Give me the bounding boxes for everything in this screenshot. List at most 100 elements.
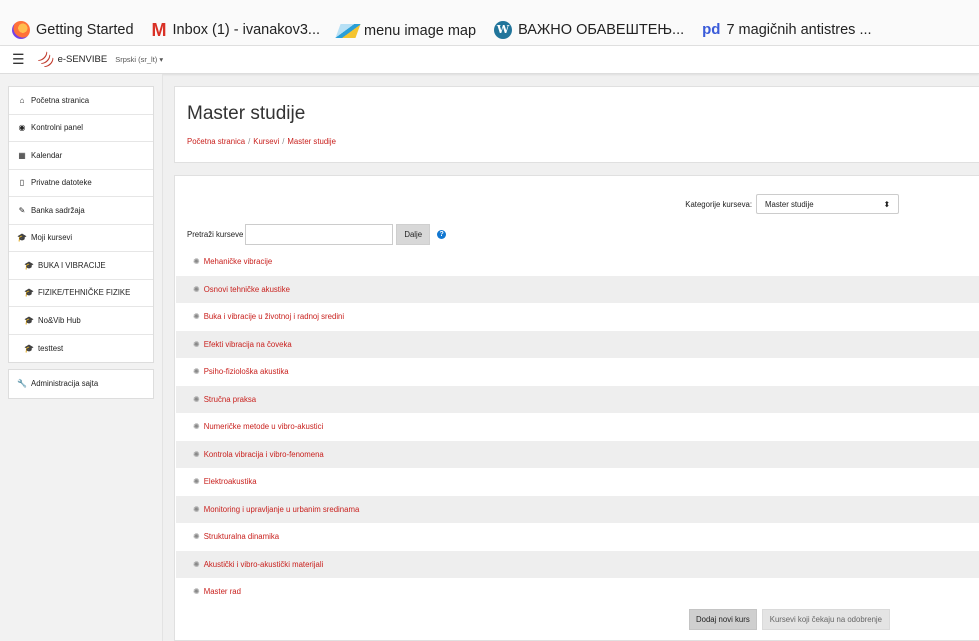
- course-actions: Dodaj novi kurs Kursevi koji čekaju na o…: [689, 609, 891, 630]
- pd-icon: pd: [702, 21, 721, 38]
- breadcrumb-separator: /: [282, 137, 285, 146]
- course-link[interactable]: ✺ Osnovi tehničke akustike: [176, 275, 979, 303]
- course-icon: ✺: [193, 504, 200, 514]
- calendar-icon: ▦: [18, 150, 26, 160]
- nav-item-site-admin[interactable]: 🔧 Administracija sajta: [9, 370, 153, 398]
- nav-item-label: Banka sadržaja: [31, 205, 85, 215]
- nav-item-label: Administracija sajta: [31, 379, 99, 389]
- course-search: Pretraži kurseve Dalje ?: [187, 224, 447, 245]
- home-icon: ⌂: [19, 95, 25, 105]
- nav-group-admin: 🔧 Administracija sajta: [8, 369, 154, 399]
- dashboard-icon: ◉: [18, 123, 26, 133]
- course-link[interactable]: ✺ Numeričke metode u vibro-akustici: [176, 413, 979, 441]
- category-select[interactable]: Master studije ⬍: [756, 194, 899, 214]
- nav-item-home[interactable]: ⌂ Početna stranica: [9, 87, 153, 115]
- graduation-cap-icon: 🎓: [24, 315, 34, 325]
- course-link[interactable]: ✺ Elektroakustika: [176, 468, 979, 496]
- nav-item-content-bank[interactable]: ✎ Banka sadržaja: [9, 197, 153, 225]
- nav-item-label: Kontrolni panel: [31, 123, 84, 133]
- course-icon: ✺: [193, 477, 200, 487]
- graduation-cap-icon: 🎓: [24, 260, 34, 270]
- course-link[interactable]: ✺ Psiho-fiziološka akustika: [176, 358, 979, 386]
- nav-item-private-files[interactable]: ▯ Privatne datoteke: [9, 170, 153, 197]
- firefox-icon: [12, 21, 30, 39]
- nav-item-course[interactable]: 🎓 FIZIKE/TEHNIČKE FIZIKE: [9, 280, 153, 307]
- course-link[interactable]: ✺ Monitoring i upravljanje u urbanim sred…: [176, 495, 979, 523]
- course-title: Buka i vibracije u životnoj i radnoj sre…: [203, 312, 345, 322]
- page-title: Master studije: [187, 103, 306, 124]
- bookmark-getting-started[interactable]: Getting Started: [12, 21, 134, 39]
- course-icon: ✺: [193, 587, 200, 597]
- course-title: Master rad: [203, 587, 241, 597]
- course-title: Elektroakustika: [203, 477, 257, 487]
- course-link[interactable]: ✺ Akustički i vibro-akustički materijali: [176, 550, 979, 578]
- wrench-icon: 🔧: [17, 379, 27, 389]
- course-icon: ✺: [193, 257, 200, 267]
- breadcrumb: Početna stranica / Kursevi / Master studije: [187, 137, 979, 146]
- course-link[interactable]: ✺ Stručna praksa: [176, 385, 979, 413]
- nav-item-label: Moji kursevi: [31, 233, 73, 243]
- bookmark-menu-image-map[interactable]: menu image map: [335, 23, 477, 39]
- breadcrumb-item-current[interactable]: Master studije: [287, 137, 336, 146]
- bookmark-inbox[interactable]: M Inbox (1) - ivanakov3...: [152, 21, 321, 39]
- map-icon: [335, 24, 361, 38]
- course-link[interactable]: ✺ Efekti vibracija na čoveka: [176, 330, 979, 358]
- course-list: ✺ Mehaničke vibracije ✺ Osnovi tehničke ak…: [176, 248, 979, 606]
- course-title: Akustički i vibro-akustički materijali: [203, 559, 324, 569]
- nav-item-label: testtest: [38, 343, 64, 353]
- search-button[interactable]: Dalje: [396, 224, 431, 245]
- course-title: Stručna praksa: [203, 394, 257, 404]
- nav-item-label: No&Vib Hub: [38, 315, 81, 325]
- pending-courses-button[interactable]: Kursevi koji čekaju na odobrenje: [761, 609, 891, 630]
- nav-item-label: Početna stranica: [31, 95, 90, 105]
- bookmark-antistres[interactable]: pd 7 magičnih antistres ...: [702, 21, 871, 39]
- course-link[interactable]: ✺ Strukturalna dinamika: [176, 523, 979, 551]
- bookmark-label: ВАЖНО ОБАВЕШТЕЊ...: [518, 22, 685, 38]
- page-header: Master studije Početna stranica / Kursevi /…: [174, 86, 979, 163]
- bookmark-label: Inbox (1) - ivanakov3...: [172, 22, 321, 38]
- course-title: Numeričke metode u vibro-akustici: [203, 422, 324, 432]
- nav-item-my-courses[interactable]: 🎓 Moji kursevi: [9, 225, 153, 252]
- course-title: Monitoring i upravljanje u urbanim sredi…: [203, 504, 360, 514]
- course-icon: ✺: [193, 339, 200, 349]
- course-icon: ✺: [193, 284, 200, 294]
- course-link[interactable]: ✺ Buka i vibracije u životnoj i radnoj sr…: [176, 303, 979, 331]
- course-link[interactable]: ✺ Master rad: [176, 578, 979, 606]
- course-icon: ✺: [193, 559, 200, 569]
- course-title: Mehaničke vibracije: [203, 257, 273, 267]
- nav-item-dashboard[interactable]: ◉ Kontrolni panel: [9, 115, 153, 142]
- bookmark-vazno[interactable]: W ВАЖНО ОБАВЕШТЕЊ...: [494, 21, 684, 39]
- breadcrumb-item-courses[interactable]: Kursevi: [253, 137, 279, 146]
- nav-item-label: FIZIKE/TEHNIČKE FIZIKE: [38, 288, 131, 298]
- breadcrumb-separator: /: [248, 137, 251, 146]
- course-title: Efekti vibracija na čoveka: [203, 339, 292, 349]
- graduation-cap-icon: 🎓: [24, 343, 34, 353]
- nav-item-course[interactable]: 🎓 BUKA I VIBRACIJE: [9, 252, 153, 280]
- nav-item-label: BUKA I VIBRACIJE: [38, 260, 106, 270]
- top-navbar: ☰ ))) e-SENVIBE Srpski (sr_lt) ▾: [0, 46, 979, 74]
- course-link[interactable]: ✺ Mehaničke vibracije: [176, 248, 979, 276]
- brand-label: e-SENVIBE: [57, 54, 108, 65]
- search-input[interactable]: [245, 224, 394, 245]
- course-icon: ✺: [193, 422, 200, 432]
- bookmark-label: menu image map: [364, 23, 477, 39]
- course-link[interactable]: ✺ Kontrola vibracija i vibro-fenomena: [176, 440, 979, 468]
- course-title: Osnovi tehničke akustike: [203, 284, 290, 294]
- nav-item-course[interactable]: 🎓 No&Vib Hub: [9, 307, 153, 335]
- help-icon[interactable]: ?: [437, 230, 447, 239]
- bookmark-label: Getting Started: [36, 22, 134, 38]
- add-course-button[interactable]: Dodaj novi kurs: [689, 609, 757, 630]
- search-label: Pretraži kurseve: [187, 230, 244, 239]
- course-category-panel: Kategorije kurseva: Master studije ⬍ Pre…: [174, 175, 979, 641]
- course-icon: ✺: [193, 449, 200, 459]
- language-menu[interactable]: Srpski (sr_lt) ▾: [115, 55, 163, 64]
- nav-item-label: Kalendar: [31, 150, 63, 160]
- file-icon: ▯: [19, 178, 25, 188]
- site-brand[interactable]: ))) e-SENVIBE: [37, 50, 108, 70]
- select-arrows-icon: ⬍: [883, 199, 890, 209]
- nav-item-calendar[interactable]: ▦ Kalendar: [9, 142, 153, 170]
- course-title: Psiho-fiziološka akustika: [203, 367, 289, 377]
- nav-item-course[interactable]: 🎓 testtest: [9, 335, 153, 363]
- hamburger-menu-icon[interactable]: ☰: [12, 51, 25, 68]
- breadcrumb-item-home[interactable]: Početna stranica: [187, 137, 245, 146]
